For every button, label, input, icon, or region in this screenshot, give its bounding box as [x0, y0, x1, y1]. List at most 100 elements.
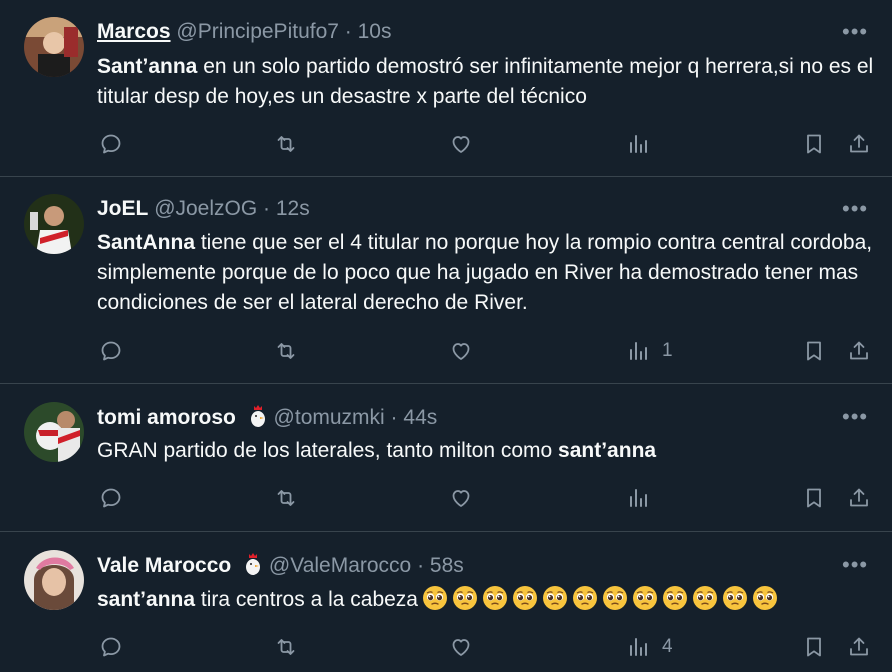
tweet-text: Sant’anna en un solo partido demostró se… — [97, 52, 877, 112]
display-name[interactable]: tomi amoroso — [97, 406, 236, 429]
reply-icon — [101, 341, 121, 361]
avatar[interactable] — [24, 402, 84, 462]
bookmark-icon — [807, 637, 821, 657]
bookmark-button[interactable] — [802, 338, 826, 364]
pleading-face-emoji-icon — [752, 586, 777, 610]
retweet-button[interactable] — [274, 485, 298, 511]
share-icon — [850, 488, 868, 507]
retweet-icon — [277, 343, 295, 359]
like-icon — [452, 136, 470, 153]
share-icon — [850, 637, 868, 656]
bookmark-icon — [807, 341, 821, 361]
pleading-face-emoji-icon — [512, 586, 537, 610]
more-options-button[interactable]: ••• — [842, 21, 872, 46]
share-button[interactable] — [847, 634, 871, 660]
like-button[interactable] — [449, 634, 473, 660]
pleading-face-emoji-icon — [422, 586, 447, 610]
action-bar — [97, 131, 872, 157]
pleading-face-emoji-icon — [692, 586, 717, 610]
display-name[interactable]: Marcos — [97, 20, 171, 43]
pleading-face-emoji-icon — [662, 586, 687, 610]
separator: · — [257, 197, 276, 220]
reply-button[interactable] — [99, 338, 123, 364]
views-icon — [630, 638, 647, 656]
pleading-face-emoji-icon — [722, 586, 747, 610]
pleading-face-emoji-icon — [602, 586, 627, 610]
retweet-icon — [277, 639, 295, 655]
views-button[interactable] — [626, 485, 662, 511]
handle[interactable]: @JoelzOG — [154, 197, 257, 220]
retweet-button[interactable] — [274, 131, 298, 157]
bookmark-icon — [807, 488, 821, 508]
action-bar: 4 — [97, 634, 872, 660]
retweet-button[interactable] — [274, 338, 298, 364]
tweet-4[interactable]: Vale Marocco @ValeMarocco · 58s ••• sant… — [0, 532, 892, 672]
like-icon — [452, 490, 470, 507]
pleading-face-emoji-icon — [452, 586, 477, 610]
like-icon — [452, 639, 470, 656]
tweet-2[interactable]: JoEL @JoelzOG · 12s ••• SantAnna tiene q… — [0, 177, 892, 384]
tweet-body: en un solo partido demostró ser infinita… — [97, 55, 880, 108]
more-options-button[interactable]: ••• — [842, 406, 872, 431]
views-button[interactable]: 1 — [626, 338, 673, 364]
more-options-button[interactable]: ••• — [842, 198, 872, 223]
views-icon — [630, 135, 647, 153]
display-name[interactable]: Vale Marocco — [97, 554, 231, 577]
share-icon — [850, 341, 868, 360]
tweet-body: tira centros a la cabeza — [195, 588, 418, 611]
tweet-body: GRAN partido de los laterales, tanto mil… — [97, 439, 559, 462]
retweet-icon — [277, 136, 295, 152]
tweet-1[interactable]: Marcos @PrincipePitufo7 · 10s ••• Sant’a… — [0, 0, 892, 177]
emoji-row — [418, 586, 778, 611]
avatar[interactable] — [24, 550, 84, 610]
like-button[interactable] — [449, 485, 473, 511]
reply-button[interactable] — [99, 131, 123, 157]
share-icon — [850, 134, 868, 153]
bookmark-button[interactable] — [802, 131, 826, 157]
retweet-button[interactable] — [274, 634, 298, 660]
tweet-3[interactable]: tomi amoroso @tomuzmki · 44s ••• GRAN pa… — [0, 384, 892, 532]
action-bar: 1 — [97, 338, 872, 364]
views-icon — [630, 489, 647, 507]
avatar[interactable] — [24, 194, 84, 254]
handle[interactable]: @ValeMarocco — [269, 554, 411, 577]
retweet-icon — [277, 490, 295, 506]
separator: · — [384, 406, 404, 429]
chicken-emoji-icon — [246, 553, 261, 575]
tweet-header: JoEL @JoelzOG · 12s — [97, 195, 310, 223]
reply-button[interactable] — [99, 634, 123, 660]
chicken-emoji-icon — [250, 405, 265, 427]
like-button[interactable] — [449, 131, 473, 157]
keyword-highlight: SantAnna — [97, 231, 196, 254]
timestamp[interactable]: 58s — [430, 554, 464, 577]
display-name[interactable]: JoEL — [97, 197, 148, 220]
pleading-face-emoji-icon — [482, 586, 507, 610]
keyword-highlight: sant’anna — [558, 439, 657, 462]
reply-icon — [101, 637, 121, 657]
tweet-body: tiene que ser el 4 titular no porque hoy… — [97, 231, 878, 314]
timestamp[interactable]: 12s — [276, 197, 310, 220]
avatar[interactable] — [24, 17, 84, 77]
reply-button[interactable] — [99, 485, 123, 511]
share-button[interactable] — [847, 485, 871, 511]
views-button[interactable] — [626, 131, 662, 157]
pleading-face-emoji-icon — [632, 586, 657, 610]
pleading-face-emoji-icon — [542, 586, 567, 610]
bookmark-button[interactable] — [802, 634, 826, 660]
share-button[interactable] — [847, 131, 871, 157]
handle[interactable]: @tomuzmki — [274, 406, 385, 429]
like-button[interactable] — [449, 338, 473, 364]
tweet-text: SantAnna tiene que ser el 4 titular no p… — [97, 228, 877, 318]
timestamp[interactable]: 10s — [358, 20, 392, 43]
handle[interactable]: @PrincipePitufo7 — [176, 20, 339, 43]
bookmark-button[interactable] — [802, 485, 826, 511]
views-button[interactable]: 4 — [626, 634, 673, 660]
tweet-header: Vale Marocco @ValeMarocco · 58s — [97, 552, 464, 580]
views-icon — [630, 342, 647, 360]
share-button[interactable] — [847, 338, 871, 364]
bookmark-icon — [807, 134, 821, 154]
timestamp[interactable]: 44s — [403, 406, 437, 429]
tweet-header: tomi amoroso @tomuzmki · 44s — [97, 404, 437, 432]
more-options-button[interactable]: ••• — [842, 554, 872, 579]
separator: · — [338, 20, 358, 43]
